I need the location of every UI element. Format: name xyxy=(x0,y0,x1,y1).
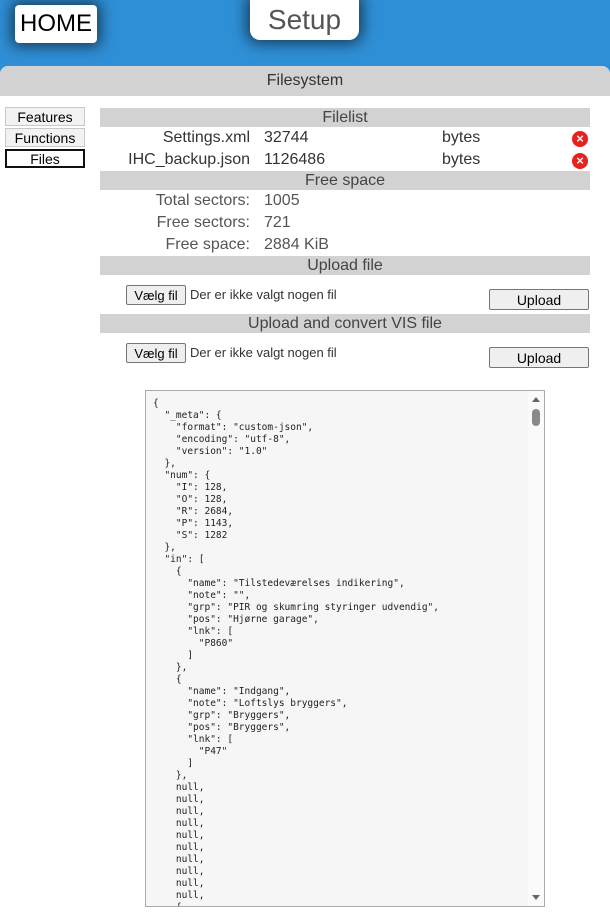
free-space-row: Free space: 2884 KiB xyxy=(100,234,590,256)
json-textarea[interactable]: { "_meta": { "format": "custom-json", "e… xyxy=(145,390,545,907)
scroll-thumb[interactable] xyxy=(532,409,540,426)
filelist-header: Filelist xyxy=(100,108,590,127)
scrollbar[interactable] xyxy=(528,391,544,906)
choose-file-button[interactable]: Vælg fil xyxy=(126,285,186,305)
scroll-down-icon[interactable] xyxy=(532,895,540,900)
panel-title: Filesystem xyxy=(0,66,610,96)
upload-vis-header: Upload and convert VIS file xyxy=(100,314,590,333)
upload-vis-button[interactable]: Upload xyxy=(489,347,589,368)
free-sectors-label: Free sectors: xyxy=(156,214,250,231)
page-title: Setup xyxy=(250,0,359,40)
file-size-unit: bytes xyxy=(442,129,481,146)
json-content: { "_meta": { "format": "custom-json", "e… xyxy=(153,398,439,906)
tab-functions[interactable]: Functions xyxy=(5,128,85,147)
filesystem-panel: Filesystem Features Functions Files File… xyxy=(0,66,610,923)
file-name: IHC_backup.json xyxy=(128,151,250,168)
file-row: IHC_backup.json 1126486 bytes × xyxy=(100,149,590,171)
home-button[interactable]: HOME xyxy=(15,5,97,43)
no-vis-file-text: Der er ikke valgt nogen fil xyxy=(190,345,337,360)
file-row: Settings.xml 32744 bytes × xyxy=(100,127,590,149)
files-content: Filelist Settings.xml 32744 bytes × IHC_… xyxy=(100,108,590,372)
tab-features[interactable]: Features xyxy=(5,107,85,126)
file-size: 32744 xyxy=(264,129,309,146)
delete-icon[interactable]: × xyxy=(572,131,588,147)
upload-file-header: Upload file xyxy=(100,256,590,275)
total-sectors-row: Total sectors: 1005 xyxy=(100,190,590,212)
free-space-label: Free space: xyxy=(165,236,250,253)
upload-file-row: Vælg fil Der er ikke valgt nogen fil Upl… xyxy=(100,275,590,314)
total-sectors-value: 1005 xyxy=(264,192,300,209)
total-sectors-label: Total sectors: xyxy=(155,192,250,209)
choose-vis-file-button[interactable]: Vælg fil xyxy=(126,343,186,363)
free-sectors-value: 721 xyxy=(264,214,291,231)
free-sectors-row: Free sectors: 721 xyxy=(100,212,590,234)
top-bar: HOME Setup xyxy=(0,0,610,66)
scroll-up-icon[interactable] xyxy=(532,397,540,402)
free-space-value: 2884 KiB xyxy=(264,236,329,253)
file-size-unit: bytes xyxy=(442,151,481,168)
file-name: Settings.xml xyxy=(162,129,250,146)
upload-vis-row: Vælg fil Der er ikke valgt nogen fil Upl… xyxy=(100,333,590,372)
upload-button[interactable]: Upload xyxy=(489,289,589,310)
file-size: 1126486 xyxy=(264,151,326,168)
tab-files[interactable]: Files xyxy=(5,149,85,168)
delete-icon[interactable]: × xyxy=(572,153,588,169)
free-space-header: Free space xyxy=(100,171,590,190)
no-file-text: Der er ikke valgt nogen fil xyxy=(190,287,337,302)
